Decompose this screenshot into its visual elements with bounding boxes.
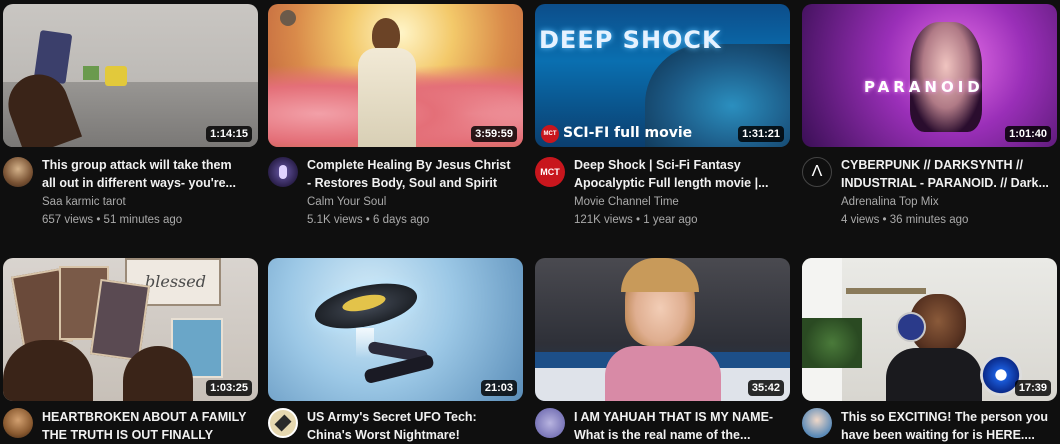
video-thumbnail[interactable]: PARANOID 1:01:40 <box>802 4 1057 147</box>
video-meta: 121K views • 1 year ago <box>574 214 698 226</box>
video-duration: 21:03 <box>480 380 517 396</box>
video-duration: 1:01:40 <box>1005 126 1051 142</box>
video-duration: 35:42 <box>747 380 784 396</box>
video-thumbnail[interactable]: blessed 1:03:25 <box>3 258 258 401</box>
channel-name[interactable]: Calm Your Soul <box>307 196 386 208</box>
video-meta: 5.1K views • 6 days ago <box>307 214 430 226</box>
channel-avatar[interactable] <box>802 408 832 438</box>
video-meta: 657 views • 51 minutes ago <box>42 214 183 226</box>
channel-avatar[interactable]: MCT <box>535 157 565 187</box>
channel-avatar[interactable] <box>268 408 298 438</box>
thumbnail-overlay-text: blessed <box>145 272 206 291</box>
video-duration: 1:03:25 <box>206 380 252 396</box>
video-thumbnail[interactable]: 1:14:15 <box>3 4 258 147</box>
thumbnail-overlay-title: DEEP SHOCK <box>539 26 722 54</box>
video-duration: 1:14:15 <box>206 126 252 142</box>
channel-avatar[interactable] <box>3 408 33 438</box>
video-title[interactable]: CYBERPUNK // DARKSYNTH // INDUSTRIAL - P… <box>841 156 1049 192</box>
video-title[interactable]: I AM YAHUAH THAT IS MY NAME- What is the… <box>574 408 782 444</box>
video-title[interactable]: Deep Shock | Sci-Fi Fantasy Apocalyptic … <box>574 156 782 192</box>
channel-name[interactable]: Saa karmic tarot <box>42 196 126 208</box>
video-thumbnail[interactable]: 21:03 <box>268 258 523 401</box>
video-title[interactable]: US Army's Secret UFO Tech: China's Worst… <box>307 408 515 444</box>
mct-logo-badge: MCT <box>541 125 559 143</box>
video-duration: 3:59:59 <box>471 126 517 142</box>
channel-avatar[interactable]: Λ <box>802 157 832 187</box>
video-thumbnail[interactable]: DEEP SHOCK MCT SCI-FI full movie 1:31:21 <box>535 4 790 147</box>
video-title[interactable]: HEARTBROKEN ABOUT A FAMILY THE TRUTH IS … <box>42 408 250 444</box>
thumbnail-overlay-title: PARANOID <box>864 78 984 96</box>
video-title[interactable]: Complete Healing By Jesus Christ - Resto… <box>307 156 515 192</box>
video-thumbnail[interactable]: 17:39 <box>802 258 1057 401</box>
video-title[interactable]: This so EXCITING! The person you have be… <box>841 408 1049 444</box>
channel-avatar[interactable] <box>535 408 565 438</box>
channel-avatar[interactable] <box>3 157 33 187</box>
channel-avatar[interactable] <box>268 157 298 187</box>
channel-name[interactable]: Adrenalina Top Mix <box>841 196 939 208</box>
video-meta: 4 views • 36 minutes ago <box>841 214 969 226</box>
channel-name[interactable]: Movie Channel Time <box>574 196 679 208</box>
thumbnail-overlay-badge: SCI-FI full movie <box>563 125 693 141</box>
video-thumbnail[interactable]: 35:42 <box>535 258 790 401</box>
video-duration: 17:39 <box>1014 380 1051 396</box>
video-title[interactable]: This group attack will take them all out… <box>42 156 250 192</box>
video-thumbnail[interactable]: 3:59:59 <box>268 4 523 147</box>
video-duration: 1:31:21 <box>738 126 784 142</box>
